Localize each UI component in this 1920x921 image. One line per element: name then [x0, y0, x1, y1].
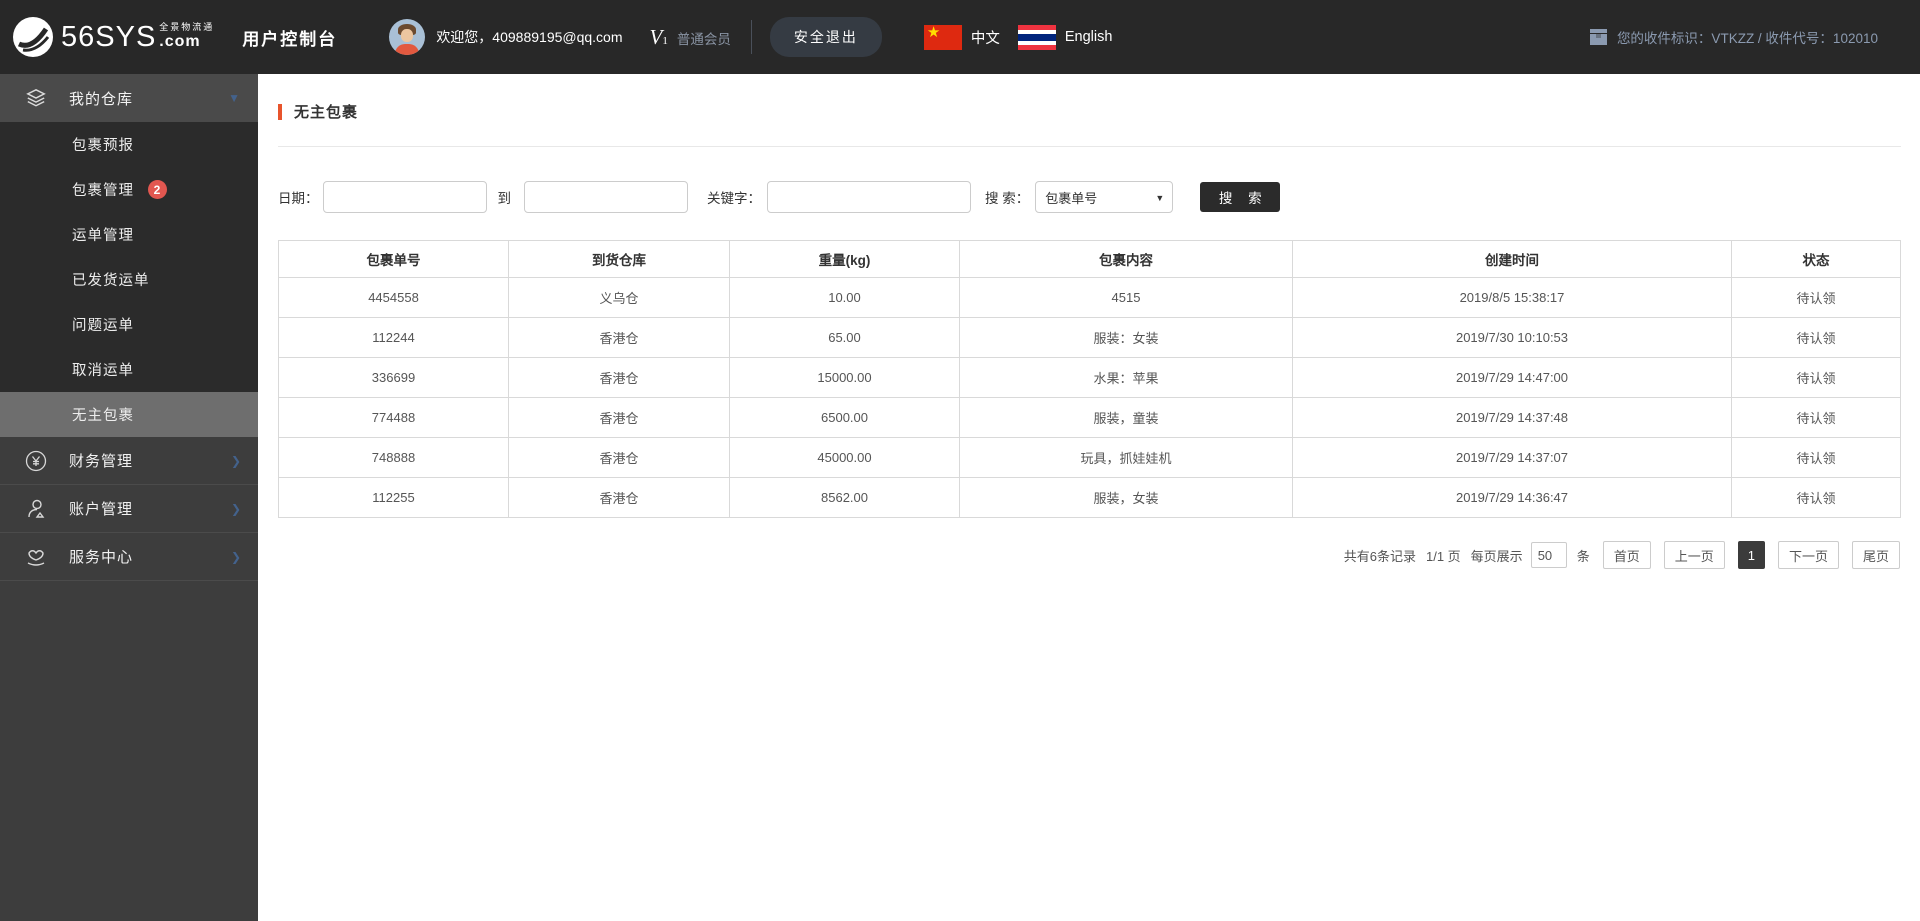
member-level-label: 普通会员 [676, 31, 731, 47]
top-header: 56SYS 全景物流通 .com 用户控制台 欢迎您，409889195@qq.… [0, 0, 1920, 74]
search-type-value: 包裹单号 [1045, 190, 1098, 206]
col-created: 创建时间 [1292, 240, 1732, 278]
yuan-icon [25, 450, 47, 472]
packages-table: 包裹单号 到货仓库 重量(kg) 包裹内容 创建时间 状态 4454558 义乌仓… [278, 240, 1901, 518]
logo-com: .com [159, 33, 201, 51]
logo-text: 56SYS [61, 20, 157, 53]
user-icon [25, 498, 47, 520]
first-page-button[interactable]: 首页 [1602, 541, 1651, 569]
receiver-info: 您的收件标识：VTKZZ / 收件代号：102010 [1589, 27, 1878, 47]
flag-china-icon[interactable]: ★ [923, 24, 962, 50]
logout-button[interactable]: 安全退出 [769, 17, 882, 57]
search-button[interactable]: 搜 索 [1200, 182, 1281, 212]
keyword-label: 关键字： [707, 191, 761, 206]
status-badge: 待认领 [1731, 477, 1901, 518]
layers-icon [25, 87, 47, 109]
page-indicator: 1/1 页 [1425, 548, 1461, 564]
header-divider [750, 20, 752, 54]
lang-english[interactable]: English [1065, 29, 1113, 45]
date-to-label: 到 [497, 191, 512, 206]
avatar [389, 19, 426, 55]
status-badge: 待认领 [1731, 317, 1901, 358]
sidebar-item-account[interactable]: 账户管理 ❯ [0, 485, 258, 533]
user-info: 欢迎您，409889195@qq.com [389, 19, 623, 55]
package-icon [1589, 29, 1607, 45]
sidebar: 我的仓库 ▼ 包裹预报 包裹管理 2 运单管理 已发货运单 问题运单 取消运单 [0, 74, 258, 921]
per-page-label: 每页展示 [1470, 548, 1523, 564]
sidebar-item-finance[interactable]: 财务管理 ❯ [0, 437, 258, 485]
next-page-button[interactable]: 下一页 [1777, 541, 1839, 569]
flag-thailand-icon[interactable] [1017, 24, 1056, 50]
welcome-text: 欢迎您，409889195@qq.com [436, 29, 623, 45]
chevron-down-icon: ▼ [1155, 193, 1165, 203]
console-title: 用户控制台 [242, 29, 338, 49]
page-1-button[interactable]: 1 [1737, 541, 1765, 569]
table-row: 112244 香港仓 65.00 服装：女装 2019/7/30 10:10:53 待认领 [278, 317, 1901, 358]
chevron-right-icon: ❯ [230, 501, 242, 516]
col-package-no: 包裹单号 [278, 240, 509, 278]
status-badge: 待认领 [1731, 357, 1901, 398]
sidebar-item-package-manage[interactable]: 包裹管理 2 [0, 167, 258, 212]
status-badge: 待认领 [1731, 277, 1901, 318]
table-row: 336699 香港仓 15000.00 水果：苹果 2019/7/29 14:47:00… [278, 357, 1901, 398]
page-title: 无主包裹 [278, 101, 1901, 122]
date-label: 日期： [278, 191, 319, 206]
col-warehouse: 到货仓库 [508, 240, 730, 278]
title-accent-bar [278, 103, 282, 120]
sidebar-item-my-warehouse[interactable]: 我的仓库 ▼ [0, 74, 258, 122]
logo-tagline: 全景物流通 [159, 22, 215, 33]
title-divider [278, 146, 1901, 147]
member-level: V1 普通会员 [649, 24, 731, 49]
status-badge: 待认领 [1731, 397, 1901, 438]
chevron-down-icon: ▼ [228, 91, 240, 105]
lang-chinese[interactable]: 中文 [971, 27, 1000, 48]
service-icon [25, 546, 47, 568]
table-row: 112255 香港仓 8562.00 服装，女装 2019/7/29 14:36:47 待… [278, 477, 1901, 518]
date-from-input[interactable] [322, 181, 487, 213]
main-content: 无主包裹 日期： 到 关键字： 搜 索： 包裹单号 ▼ 搜 索 包裹单号 到货仓… [258, 74, 1920, 921]
logo-icon [13, 17, 53, 57]
vip-icon: V [649, 24, 663, 49]
sidebar-item-unclaimed-package[interactable]: 无主包裹 [0, 392, 258, 437]
table-row: 774488 香港仓 6500.00 服装，童装 2019/7/29 14:37:48 待… [278, 397, 1901, 438]
col-status: 状态 [1731, 240, 1901, 278]
unit-label: 条 [1576, 548, 1590, 564]
col-weight: 重量(kg) [729, 240, 960, 278]
chevron-right-icon: ❯ [230, 453, 242, 468]
sidebar-submenu: 包裹预报 包裹管理 2 运单管理 已发货运单 问题运单 取消运单 无主包裹 [0, 122, 258, 437]
sidebar-item-package-forecast[interactable]: 包裹预报 [0, 122, 258, 167]
total-records-text: 共有6条记录 [1343, 548, 1416, 564]
search-type-select[interactable]: 包裹单号 ▼ [1035, 181, 1174, 213]
table-row: 4454558 义乌仓 10.00 4515 2019/8/5 15:38:17 待认领 [278, 277, 1901, 318]
prev-page-button[interactable]: 上一页 [1663, 541, 1725, 569]
page-title-text: 无主包裹 [294, 104, 359, 121]
chevron-right-icon: ❯ [230, 549, 242, 564]
sidebar-item-waybill-manage[interactable]: 运单管理 [0, 212, 258, 257]
per-page-input[interactable] [1530, 542, 1567, 568]
col-content: 包裹内容 [959, 240, 1293, 278]
status-badge: 待认领 [1731, 437, 1901, 478]
sidebar-item-service[interactable]: 服务中心 ❯ [0, 533, 258, 581]
sidebar-item-problem-waybill[interactable]: 问题运单 [0, 302, 258, 347]
last-page-button[interactable]: 尾页 [1851, 541, 1900, 569]
search-by-label: 搜 索： [985, 191, 1030, 206]
logo: 56SYS 全景物流通 .com [12, 16, 214, 58]
sidebar-item-label: 我的仓库 [69, 90, 134, 108]
search-toolbar: 日期： 到 关键字： 搜 索： 包裹单号 ▼ 搜 索 [278, 181, 1901, 213]
sidebar-item-cancel-waybill[interactable]: 取消运单 [0, 347, 258, 392]
date-to-input[interactable] [524, 181, 688, 213]
pagination: 共有6条记录 1/1 页 每页展示 条 首页 上一页 1 下一页 尾页 [278, 541, 1900, 569]
receiver-info-text: 您的收件标识：VTKZZ / 收件代号：102010 [1616, 31, 1878, 46]
sidebar-item-shipped-waybill[interactable]: 已发货运单 [0, 257, 258, 302]
table-header-row: 包裹单号 到货仓库 重量(kg) 包裹内容 创建时间 状态 [278, 240, 1901, 278]
keyword-input[interactable] [767, 181, 971, 213]
table-row: 748888 香港仓 45000.00 玩具，抓娃娃机 2019/7/29 14:37:… [278, 437, 1901, 478]
count-badge: 2 [148, 180, 167, 199]
